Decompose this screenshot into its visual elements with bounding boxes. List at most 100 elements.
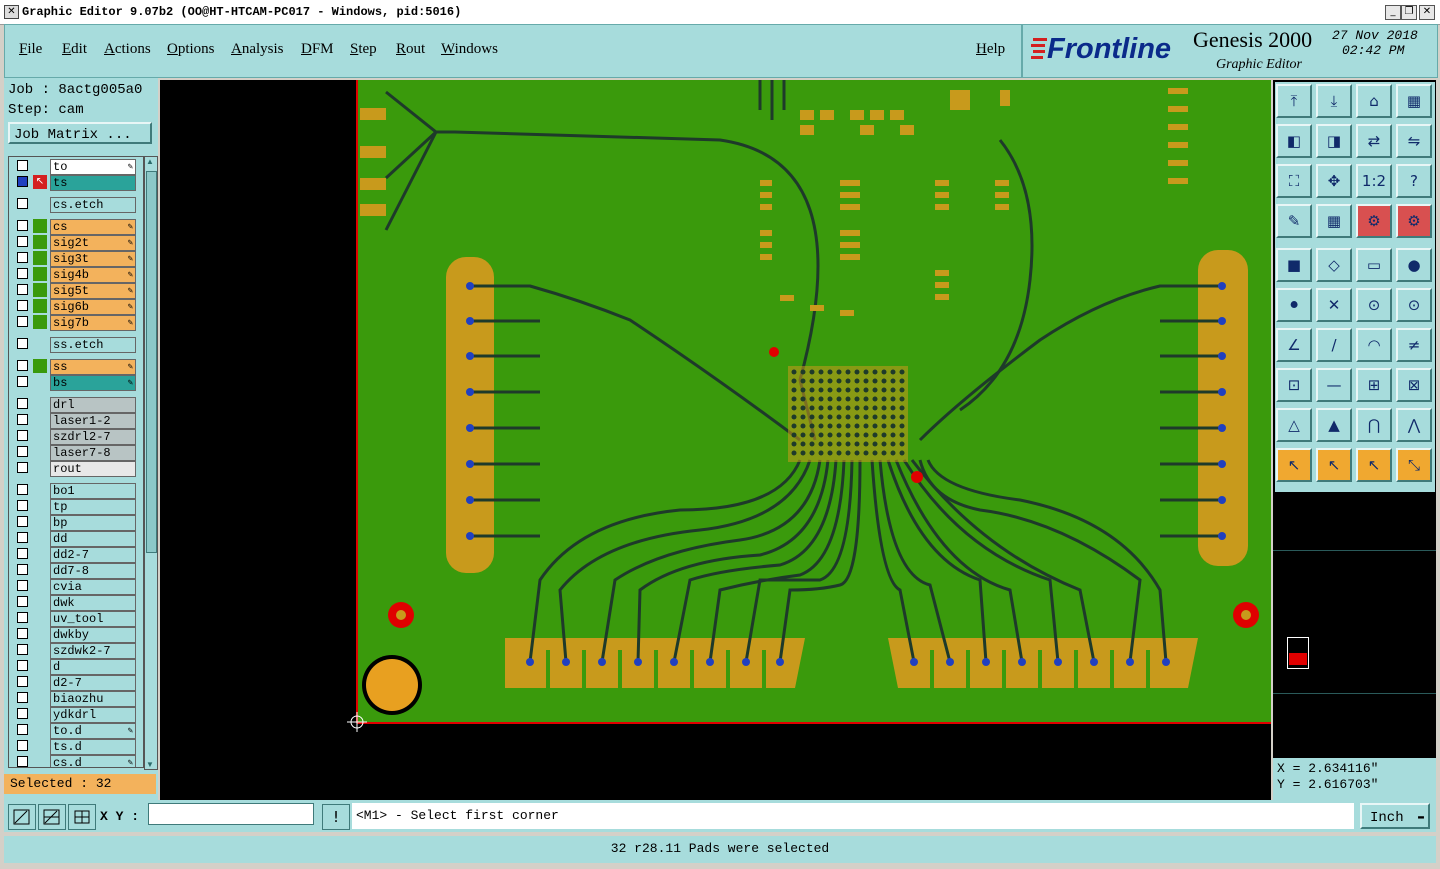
slash-icon[interactable]: / bbox=[1316, 328, 1352, 362]
layer-name[interactable]: biaozhu bbox=[50, 691, 136, 707]
window-menu-icon[interactable]: ✕ bbox=[4, 5, 19, 19]
layer-name[interactable]: szdwk2-7 bbox=[50, 643, 136, 659]
layer-name[interactable]: sig4b ✎ bbox=[50, 267, 136, 283]
layer-name[interactable]: bo1 bbox=[50, 483, 136, 499]
pointer-icon[interactable]: ↖ bbox=[1276, 448, 1312, 482]
menu-windows[interactable]: Windows bbox=[441, 41, 498, 58]
layer-row[interactable]: biaozhu bbox=[17, 691, 137, 707]
panel-icon[interactable]: ▦ bbox=[1396, 84, 1432, 118]
layer-row[interactable]: ts.d bbox=[17, 739, 137, 755]
layer-name[interactable]: to.d ✎ bbox=[50, 723, 136, 739]
layer-name[interactable]: cs.d ✎ bbox=[50, 755, 136, 767]
layer-row[interactable]: to.d ✎ bbox=[17, 723, 137, 739]
layer-name[interactable]: rout bbox=[50, 461, 136, 477]
polygon-icon[interactable]: ◇ bbox=[1316, 248, 1352, 282]
layer-name[interactable]: sig2t ✎ bbox=[50, 235, 136, 251]
group-icon[interactable]: ⊠ bbox=[1396, 368, 1432, 402]
job-matrix-button[interactable]: Job Matrix ... bbox=[8, 122, 152, 144]
pad-icon[interactable]: ■ bbox=[1276, 248, 1312, 282]
ratio-icon[interactable]: 1:2 bbox=[1356, 164, 1392, 198]
layer-row[interactable]: sig6b ✎ bbox=[17, 299, 137, 315]
layer-row[interactable]: bp bbox=[17, 515, 137, 531]
layer-checkbox[interactable] bbox=[17, 398, 28, 409]
pick-icon[interactable]: ↖ bbox=[1316, 448, 1352, 482]
split-icon[interactable]: ≠ bbox=[1396, 328, 1432, 362]
layer-name[interactable]: drl bbox=[50, 397, 136, 413]
menu-options[interactable]: Options bbox=[167, 41, 215, 58]
mirror-icon[interactable]: ⇋ bbox=[1396, 124, 1432, 158]
menu-rout[interactable]: Rout bbox=[396, 41, 425, 58]
layer-name[interactable]: d bbox=[50, 659, 136, 675]
zoom-icon[interactable]: ✥ bbox=[1316, 164, 1352, 198]
units-select[interactable]: Inch ▬ bbox=[1360, 803, 1430, 829]
layer-checkbox[interactable] bbox=[17, 268, 28, 279]
layer-row[interactable]: sig5t ✎ bbox=[17, 283, 137, 299]
layer-row[interactable]: dd bbox=[17, 531, 137, 547]
menu-help[interactable]: Help bbox=[976, 41, 1005, 58]
link-icon[interactable]: ⊙ bbox=[1396, 288, 1432, 322]
layer-checkbox[interactable] bbox=[17, 446, 28, 457]
layer-name[interactable]: sig3t ✎ bbox=[50, 251, 136, 267]
layer-checkbox[interactable] bbox=[17, 564, 28, 575]
cut-icon[interactable]: — bbox=[1316, 368, 1352, 402]
layer-row[interactable]: cvia bbox=[17, 579, 137, 595]
layer-checkbox[interactable] bbox=[17, 198, 28, 209]
layer-row[interactable]: drl bbox=[17, 397, 137, 413]
layer-row[interactable]: rout bbox=[17, 461, 137, 477]
layer-name[interactable]: dwkby bbox=[50, 627, 136, 643]
layer-checkbox[interactable] bbox=[17, 740, 28, 751]
graphic-canvas[interactable] bbox=[160, 80, 1271, 800]
layer-name[interactable]: ss.etch bbox=[50, 337, 136, 353]
layer-row[interactable]: d2-7 bbox=[17, 675, 137, 691]
layer-row[interactable]: dd2-7 bbox=[17, 547, 137, 563]
layer-row[interactable]: ss ✎ bbox=[17, 359, 137, 375]
layer-checkbox[interactable] bbox=[17, 338, 28, 349]
arc-icon[interactable]: ◠ bbox=[1356, 328, 1392, 362]
layer-row[interactable]: ydkdrl bbox=[17, 707, 137, 723]
step-up-icon[interactable]: ⤒ bbox=[1276, 84, 1312, 118]
layer-row[interactable]: sig7b ✎ bbox=[17, 315, 137, 331]
menu-file[interactable]: File bbox=[19, 41, 42, 58]
layer-checkbox[interactable] bbox=[17, 160, 28, 171]
ruler-icon[interactable]: ▭ bbox=[1356, 248, 1392, 282]
layer-checkbox[interactable] bbox=[17, 252, 28, 263]
pan-left-icon[interactable]: ◧ bbox=[1276, 124, 1312, 158]
layer-list-scrollbar[interactable]: ▲ ▼ bbox=[144, 156, 158, 770]
step-down-icon[interactable]: ⤓ bbox=[1316, 84, 1352, 118]
layer-checkbox[interactable] bbox=[17, 548, 28, 559]
layer-row[interactable]: sig4b ✎ bbox=[17, 267, 137, 283]
scroll-up-icon[interactable]: ▲ bbox=[146, 157, 154, 166]
pan-right-icon[interactable]: ◨ bbox=[1316, 124, 1352, 158]
layer-checkbox[interactable] bbox=[17, 756, 28, 767]
layer-checkbox[interactable] bbox=[17, 236, 28, 247]
layer-name[interactable]: uv_tool bbox=[50, 611, 136, 627]
layer-name[interactable]: ts.d bbox=[50, 739, 136, 755]
layer-row[interactable]: uv_tool bbox=[17, 611, 137, 627]
restore-icon[interactable]: ❐ bbox=[1401, 5, 1417, 20]
close-icon[interactable]: ✕ bbox=[1419, 5, 1435, 20]
menu-step[interactable]: Step bbox=[350, 41, 377, 58]
layer-checkbox[interactable] bbox=[17, 612, 28, 623]
layer-checkbox[interactable] bbox=[17, 360, 28, 371]
layer-name[interactable]: d2-7 bbox=[50, 675, 136, 691]
layer-checkbox[interactable] bbox=[17, 500, 28, 511]
scroll-down-icon[interactable]: ▼ bbox=[146, 760, 154, 769]
layer-row[interactable]: sig2t ✎ bbox=[17, 235, 137, 251]
shape-icon[interactable]: ⋀ bbox=[1396, 408, 1432, 442]
line-icon[interactable]: ∠ bbox=[1276, 328, 1312, 362]
layer-row[interactable]: dd7-8 bbox=[17, 563, 137, 579]
layer-name[interactable]: laser1-2 bbox=[50, 413, 136, 429]
layer-name[interactable]: sig5t ✎ bbox=[50, 283, 136, 299]
layer-row[interactable]: sig3t ✎ bbox=[17, 251, 137, 267]
layer-checkbox[interactable] bbox=[17, 644, 28, 655]
layer-row[interactable]: szdwk2-7 bbox=[17, 643, 137, 659]
mountain-icon[interactable]: ▲ bbox=[1316, 408, 1352, 442]
flip-icon[interactable]: ⇄ bbox=[1356, 124, 1392, 158]
layer-name[interactable]: dwk bbox=[50, 595, 136, 611]
layer-checkbox[interactable] bbox=[17, 414, 28, 425]
layer-row[interactable]: cs.d ✎ bbox=[17, 755, 137, 767]
layer-name[interactable]: szdrl2-7 bbox=[50, 429, 136, 445]
menu-edit[interactable]: Edit bbox=[62, 41, 87, 58]
menu-actions[interactable]: Actions bbox=[104, 41, 151, 58]
menu-dfm[interactable]: DFM bbox=[301, 41, 334, 58]
